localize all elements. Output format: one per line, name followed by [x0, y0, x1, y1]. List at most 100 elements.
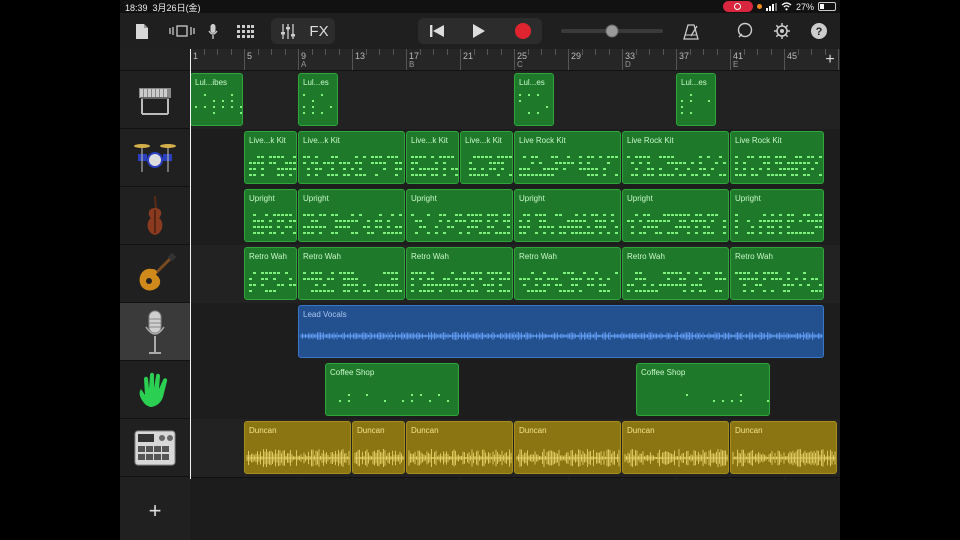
mic-indicator-icon: [756, 4, 762, 9]
region-electric-guitar[interactable]: Retro Wah: [622, 247, 729, 300]
region-label: Lul...es: [681, 78, 707, 87]
instrument-browser-icon: [169, 25, 195, 37]
region-label: Duncan: [411, 426, 439, 435]
add-track-button[interactable]: +: [142, 498, 168, 524]
region-drum-kit[interactable]: Live...k Kit: [406, 131, 459, 184]
region-label: Lead Vocals: [303, 310, 347, 319]
track-header-guitar[interactable]: [120, 244, 190, 302]
ruler-bar-number: 29: [571, 51, 582, 61]
region-upright-bass[interactable]: Upright: [730, 189, 824, 242]
smart-controls-button[interactable]: [206, 16, 220, 46]
region-beat-sampler[interactable]: Duncan: [406, 421, 513, 474]
garageband-app: 18:39 3月26日(金) 27% FX ? 1 5 9 13 17 21 2…: [120, 0, 840, 540]
region-label: Retro Wah: [249, 252, 287, 261]
ruler-tick: [649, 49, 650, 55]
play-button[interactable]: [466, 16, 492, 46]
record-button[interactable]: [510, 16, 536, 46]
tracks-area[interactable]: Lul...ibes Lul...es Lul...es Lul...es Live..…: [190, 71, 840, 540]
help-button[interactable]: ?: [808, 16, 830, 46]
mixer-button[interactable]: [276, 16, 300, 46]
upright-bass-icon: [147, 195, 163, 235]
metronome-button[interactable]: [680, 16, 702, 46]
timeline-ruler[interactable]: 159131721252933374145ABCDEF: [190, 49, 840, 71]
region-label: Upright: [303, 194, 329, 203]
region-vibraphone[interactable]: Lul...es: [676, 73, 716, 126]
region-label: Duncan: [735, 426, 763, 435]
fx-button[interactable]: FX: [306, 16, 332, 46]
region-drum-kit[interactable]: Live...k Kit: [460, 131, 513, 184]
region-electric-guitar[interactable]: Retro Wah: [514, 247, 621, 300]
browser-button[interactable]: [168, 16, 196, 46]
playhead[interactable]: [190, 49, 191, 479]
mixer-sliders-icon: [281, 23, 295, 39]
track-header-lead-vocals[interactable]: [120, 302, 190, 360]
battery-icon: [818, 2, 836, 11]
ruler-tick: [582, 49, 583, 55]
ruler-bar-number: 13: [355, 51, 366, 61]
region-upright-bass[interactable]: Upright: [514, 189, 621, 242]
region-beat-sampler[interactable]: Duncan: [622, 421, 729, 474]
region-label: Live...k Kit: [465, 136, 502, 145]
region-drum-kit[interactable]: Live Rock Kit: [514, 131, 621, 184]
ruler-tick: [285, 49, 286, 55]
region-vibraphone[interactable]: Lul...es: [298, 73, 338, 126]
region-electric-guitar[interactable]: Retro Wah: [298, 247, 405, 300]
region-beat-sampler[interactable]: Duncan: [514, 421, 621, 474]
region-electric-guitar[interactable]: Retro Wah: [244, 247, 297, 300]
ruler-tick: [663, 49, 664, 55]
region-drum-kit[interactable]: Live...k Kit: [244, 131, 297, 184]
ruler-tick: [298, 49, 299, 70]
region-upright-bass[interactable]: Upright: [622, 189, 729, 242]
region-label: Retro Wah: [735, 252, 773, 261]
region-drum-kit[interactable]: Live...k Kit: [298, 131, 405, 184]
ruler-tick: [528, 49, 529, 55]
track-header-upright-bass[interactable]: [120, 186, 190, 244]
region-label: Duncan: [519, 426, 547, 435]
region-microphone[interactable]: Lead Vocals: [298, 305, 824, 358]
ruler-tick: [717, 49, 718, 55]
drummer-hand-icon: [139, 372, 168, 407]
region-drum-kit[interactable]: Live Rock Kit: [622, 131, 729, 184]
region-drummer-hand[interactable]: Coffee Shop: [325, 363, 459, 416]
region-vibraphone[interactable]: Lul...ibes: [190, 73, 243, 126]
tracks-view-button[interactable]: [234, 16, 256, 46]
record-icon: [515, 23, 531, 39]
region-label: Retro Wah: [627, 252, 665, 261]
ruler-tick: [636, 49, 637, 55]
region-upright-bass[interactable]: Upright: [298, 189, 405, 242]
region-beat-sampler[interactable]: Duncan: [730, 421, 837, 474]
add-section-button[interactable]: +: [820, 50, 840, 70]
track-header-drums[interactable]: [120, 128, 190, 186]
loop-browser-button[interactable]: [734, 16, 756, 46]
ruler-tick: [622, 49, 623, 70]
region-beat-sampler[interactable]: Duncan: [244, 421, 351, 474]
region-beat-sampler[interactable]: Duncan: [352, 421, 405, 474]
region-upright-bass[interactable]: Upright: [244, 189, 297, 242]
master-volume-slider[interactable]: [560, 16, 664, 46]
battery-percent: 27%: [795, 1, 814, 12]
ruler-bar-number: 1: [193, 51, 199, 61]
track-header-beat-sequencer[interactable]: [120, 418, 190, 476]
ruler-tick: [420, 49, 421, 55]
region-upright-bass[interactable]: Upright: [406, 189, 513, 242]
region-content: [300, 332, 823, 340]
region-electric-guitar[interactable]: Retro Wah: [406, 247, 513, 300]
region-label: Upright: [627, 194, 653, 203]
region-label: Upright: [411, 194, 437, 203]
region-label: Upright: [249, 194, 275, 203]
signal-icon: [765, 2, 777, 11]
ruler-bar-number: 5: [247, 51, 253, 61]
settings-button[interactable]: [771, 16, 793, 46]
ruler-tick: [352, 49, 353, 70]
my-songs-button[interactable]: [132, 16, 152, 46]
region-drummer-hand[interactable]: Coffee Shop: [636, 363, 770, 416]
screen-recording-icon[interactable]: [722, 1, 753, 12]
region-vibraphone[interactable]: Lul...es: [514, 73, 554, 126]
track-header-drummer[interactable]: [120, 360, 190, 418]
region-electric-guitar[interactable]: Retro Wah: [730, 247, 824, 300]
status-bar: 18:39 3月26日(金) 27%: [120, 0, 840, 13]
go-to-beginning-button[interactable]: [424, 16, 450, 46]
region-drum-kit[interactable]: Live Rock Kit: [730, 131, 824, 184]
region-label: Coffee Shop: [330, 368, 375, 377]
track-header-vibraphone[interactable]: [120, 70, 190, 128]
